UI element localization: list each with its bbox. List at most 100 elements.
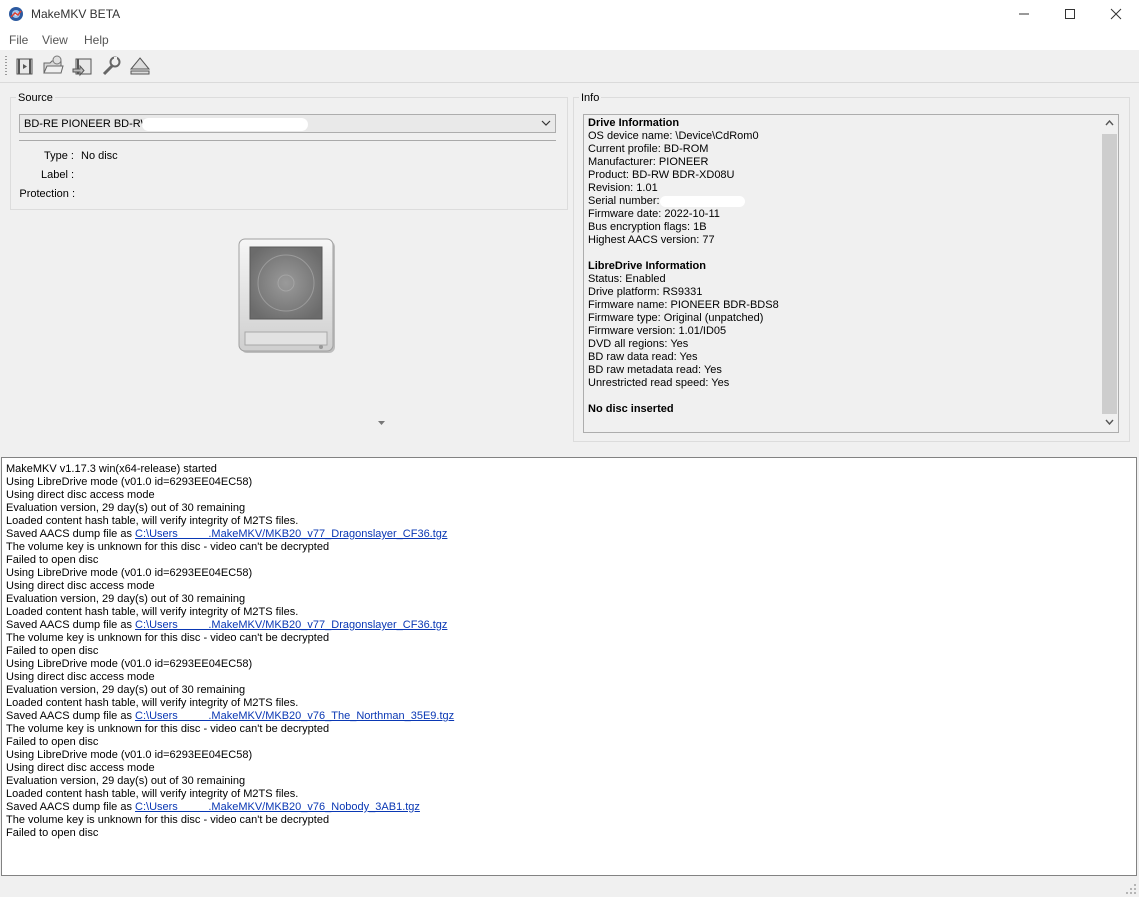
preferences-icon (102, 56, 121, 76)
open-disc-icon (43, 55, 64, 74)
drive-select[interactable]: BD-RE PIONEER BD-RW (19, 114, 556, 133)
log-text: Saved AACS dump file as (6, 619, 136, 631)
source-group-title: Source (16, 92, 55, 104)
info-line: Serial number: (588, 195, 779, 208)
info-group-title: Info (579, 92, 602, 104)
info-lines: Drive Information OS device name: \Device… (588, 117, 779, 416)
log-line: Saved AACS dump file as C:\Users .MakeMK… (6, 801, 454, 814)
info-line: Firmware version: 1.01/ID05 (588, 325, 727, 337)
info-line: OS device name: \Device\CdRom0 (588, 130, 759, 142)
menu-bar: File View Help (0, 28, 1139, 50)
drive-select-value: BD-RE PIONEER BD-RW (24, 118, 151, 130)
title-bar: MakeMKV BETA (0, 0, 1139, 28)
open-files-icon (16, 58, 33, 75)
small-down-arrow-icon (378, 421, 385, 425)
menu-view[interactable]: View (42, 33, 68, 47)
redacted-area (142, 118, 308, 131)
log-text: Saved AACS dump file as (6, 528, 136, 540)
menu-help[interactable]: Help (84, 33, 109, 47)
log-text: Using LibreDrive mode (v01.0 id=6293EE04… (6, 567, 253, 579)
log-line: Evaluation version, 29 day(s) out of 30 … (6, 684, 454, 697)
log-line: Failed to open disc (6, 827, 454, 840)
log-line: Using LibreDrive mode (v01.0 id=6293EE04… (6, 567, 454, 580)
log-file-link[interactable]: C:\Users .MakeMKV/MKB20_v76_The_Northman… (135, 710, 454, 722)
open-disc-button[interactable] (41, 54, 65, 78)
log-line: MakeMKV v1.17.3 win(x64-release) started (6, 463, 454, 476)
log-file-link[interactable]: C:\Users .MakeMKV/MKB20_v77_Dragonslayer… (135, 619, 447, 631)
log-file-link[interactable]: C:\Users .MakeMKV/MKB20_v77_Dragonslayer… (135, 528, 447, 540)
info-heading: LibreDrive Information (588, 260, 706, 272)
log-text: Saved AACS dump file as (6, 801, 136, 813)
log-text: Failed to open disc (6, 736, 99, 748)
log-text: Using direct disc access mode (6, 489, 155, 501)
log-text: Using LibreDrive mode (v01.0 id=6293EE04… (6, 749, 253, 761)
toolbar-grip[interactable] (5, 56, 7, 76)
info-line: BD raw metadata read: Yes (588, 364, 722, 376)
backup-button[interactable] (70, 54, 94, 78)
log-line: Failed to open disc (6, 645, 454, 658)
close-button[interactable] (1093, 0, 1139, 28)
log-line: The volume key is unknown for this disc … (6, 723, 454, 736)
eject-icon (129, 57, 151, 75)
log-line: Evaluation version, 29 day(s) out of 30 … (6, 502, 454, 515)
info-line: BD raw data read: Yes (588, 351, 698, 363)
log-text: Evaluation version, 29 day(s) out of 30 … (6, 593, 246, 605)
log-text: Using direct disc access mode (6, 671, 155, 683)
scroll-thumb[interactable] (1102, 134, 1117, 414)
eject-button[interactable] (128, 54, 152, 78)
window-title: MakeMKV BETA (31, 7, 121, 21)
info-line (588, 390, 779, 403)
log-text: Using direct disc access mode (6, 762, 155, 774)
log-text: Loaded content hash table, will verify i… (6, 697, 299, 709)
log-line: Saved AACS dump file as C:\Users .MakeMK… (6, 528, 454, 541)
log-text: Using LibreDrive mode (v01.0 id=6293EE04… (6, 476, 253, 488)
info-line: Current profile: BD-ROM (588, 143, 709, 155)
info-line: Product: BD-RW BDR-XD08U (588, 169, 735, 181)
type-value: No disc (81, 150, 118, 162)
log-line: Evaluation version, 29 day(s) out of 30 … (6, 593, 454, 606)
log-text: Using LibreDrive mode (v01.0 id=6293EE04… (6, 658, 253, 670)
maximize-icon (1065, 9, 1075, 19)
source-divider (19, 140, 556, 141)
log-line: Failed to open disc (6, 554, 454, 567)
info-line: Status: Enabled (588, 273, 666, 285)
chevron-down-icon (541, 120, 551, 126)
log-line: Using LibreDrive mode (v01.0 id=6293EE04… (6, 658, 454, 671)
preferences-button[interactable] (99, 54, 123, 78)
log-line: Using direct disc access mode (6, 762, 454, 775)
log-line: Using LibreDrive mode (v01.0 id=6293EE04… (6, 749, 454, 762)
log-line: The volume key is unknown for this disc … (6, 632, 454, 645)
toolbar (0, 50, 1139, 83)
log-line: Using direct disc access mode (6, 671, 454, 684)
log-text: The volume key is unknown for this disc … (6, 632, 330, 644)
log-line: Loaded content hash table, will verify i… (6, 788, 454, 801)
log-text: Evaluation version, 29 day(s) out of 30 … (6, 775, 246, 787)
log-panel[interactable]: MakeMKV v1.17.3 win(x64-release) started… (1, 457, 1137, 876)
redacted-area (660, 196, 745, 207)
resize-grip-icon[interactable] (1126, 884, 1136, 894)
log-text: Loaded content hash table, will verify i… (6, 606, 299, 618)
info-line: Manufacturer: PIONEER (588, 156, 709, 168)
open-files-button[interactable] (12, 54, 36, 78)
log-text: Failed to open disc (6, 827, 99, 839)
log-file-link[interactable]: C:\Users .MakeMKV/MKB20_v76_Nobody_3AB1.… (135, 801, 420, 813)
log-text: The volume key is unknown for this disc … (6, 723, 330, 735)
info-line: Highest AACS version: 77 (588, 234, 715, 246)
scroll-down-icon[interactable] (1105, 419, 1114, 425)
log-lines: MakeMKV v1.17.3 win(x64-release) started… (6, 463, 454, 840)
menu-file[interactable]: File (9, 33, 28, 47)
log-text: Using direct disc access mode (6, 580, 155, 592)
info-line: Bus encryption flags: 1B (588, 221, 707, 233)
log-line: The volume key is unknown for this disc … (6, 541, 454, 554)
info-scrollbar[interactable] (1101, 115, 1118, 432)
protection-label: Protection : (19, 188, 75, 200)
log-line: Evaluation version, 29 day(s) out of 30 … (6, 775, 454, 788)
log-text: The volume key is unknown for this disc … (6, 814, 330, 826)
scroll-up-icon[interactable] (1105, 120, 1114, 126)
minimize-button[interactable] (1001, 0, 1047, 28)
info-line: DVD all regions: Yes (588, 338, 689, 350)
label-label: Label : (40, 169, 74, 181)
maximize-button[interactable] (1047, 0, 1093, 28)
minimize-icon (1019, 13, 1029, 15)
info-panel[interactable]: Drive Information OS device name: \Device… (583, 114, 1119, 433)
